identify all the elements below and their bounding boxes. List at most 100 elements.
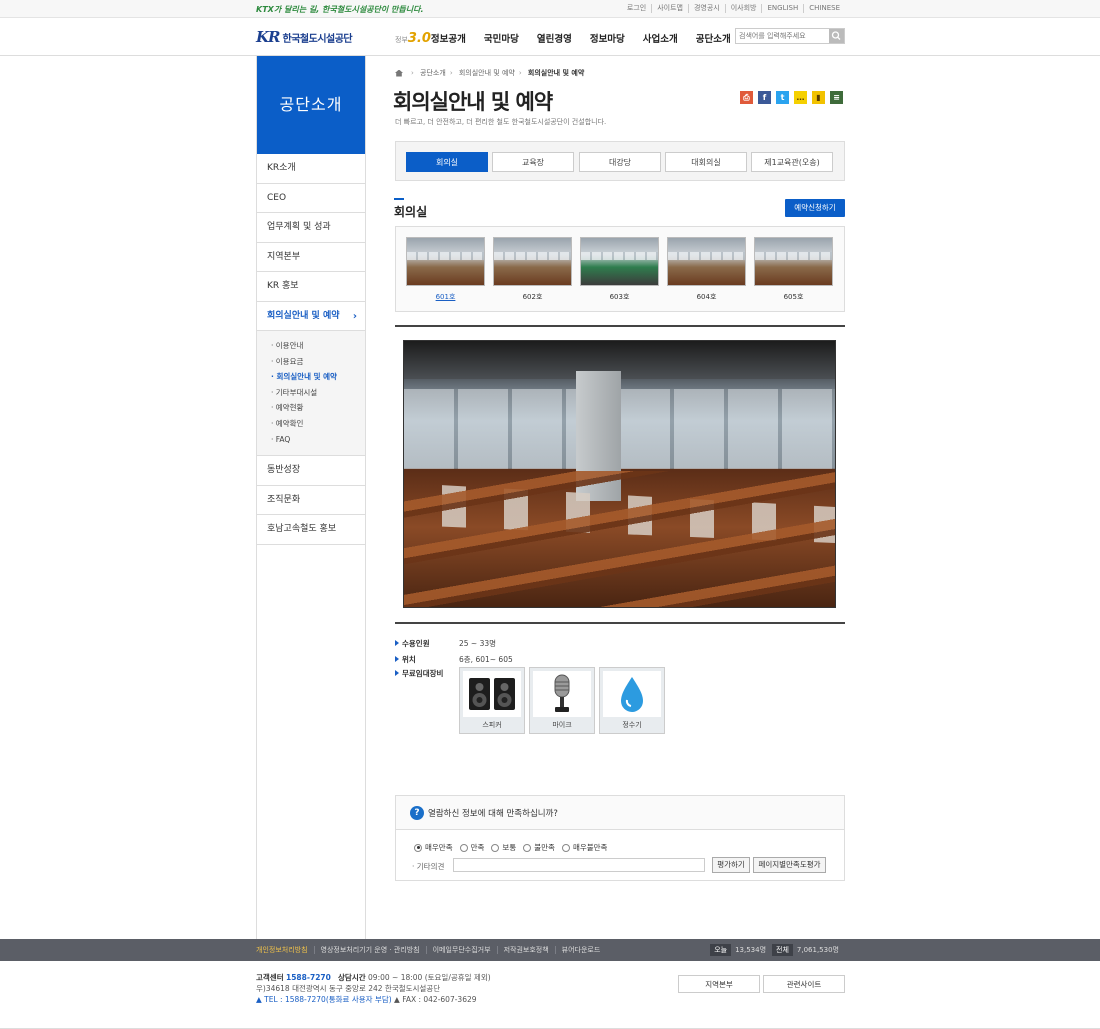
water-drop-icon [621,677,643,712]
regional-hq-select[interactable]: 지역본부 [678,975,760,993]
breadcrumb-item[interactable]: 회의실안내 및 예약 [459,69,515,77]
search-box [735,28,845,44]
lnb-sub-meeting-room[interactable]: · 회의실안내 및 예약 [271,369,365,385]
logo-text: 한국철도시설공단 [282,33,353,45]
lnb-item-honam-pr[interactable]: 호남고속철도 홍보 [257,515,365,545]
privacy-policy-link[interactable]: 개인정보처리방침 [256,946,314,954]
microphone-icon [554,674,570,712]
room-thumb-602[interactable]: 602호 [493,237,572,302]
lnb-sub-usage-guide[interactable]: · 이용안내 [271,338,365,354]
kakaotalk-icon[interactable]: … [794,91,807,104]
chinese-link[interactable]: CHINESE [803,4,845,13]
speaker-icon [469,678,515,710]
tab-large-meeting-room[interactable]: 대회의실 [665,152,747,172]
footer-tel: ▲ TEL : 1588-7270(통화료 사용자 부담) [256,995,392,1004]
info-label: 수용인원 [395,638,430,649]
room-thumb-605[interactable]: 605호 [754,237,833,302]
lnb-sub-fees[interactable]: · 이용요금 [271,354,365,370]
viewer-download-link[interactable]: 뷰어다운로드 [554,946,607,954]
search-input[interactable] [736,29,830,43]
main-nav: 정부3.0정보공개 국민마당 열린경영 정보마당 사업소개 공단소개 [395,31,749,46]
lnb-item-kr-intro[interactable]: KR소개 [257,154,365,184]
copyright-policy-link[interactable]: 저작권보호정책 [496,946,555,954]
facebook-icon[interactable]: f [758,91,771,104]
slogan: KTX가 달리는 길, 한국철도시설공단이 만듭니다. [256,5,424,14]
survey-question: 열람하신 정보에 대해 만족하십니까? [428,809,558,819]
lnb-item-meeting-room[interactable]: 회의실안내 및 예약 › [257,302,365,331]
radio-dot[interactable] [491,843,500,852]
equipment-microphone: 마이크 [529,667,595,734]
lnb-sub-reservation-check[interactable]: · 예약확인 [271,416,365,432]
related-sites-select[interactable]: 관련사이트 [763,975,845,993]
radio-neutral[interactable]: 보통 [491,842,516,853]
radio-dot[interactable] [523,843,532,852]
tab-meeting-room[interactable]: 회의실 [406,152,488,172]
radio-dissatisfied[interactable]: 불만족 [523,842,555,853]
radio-dot[interactable] [561,843,570,852]
page-rating-button[interactable]: 페이지별만족도평가 [753,857,826,873]
breadcrumb-item[interactable]: 공단소개 [420,69,446,77]
email-refusal-link[interactable]: 이메일무단수집거부 [425,946,497,954]
page-title: 회의실안내 및 예약 [393,90,553,114]
nav-open-management[interactable]: 열린경영 [537,31,572,46]
lnb-item-culture[interactable]: 조직문화 [257,486,365,516]
etc-opinion-label: · 기타의견 [412,862,445,871]
management-disclosure-link[interactable]: 경영공시 [687,4,725,13]
print-icon[interactable]: ⎙ [740,91,753,104]
tab-training-room[interactable]: 교육장 [492,152,574,172]
nav-public[interactable]: 국민마당 [484,31,519,46]
lnb-sub-other-facilities[interactable]: · 기타부대시설 [271,385,365,401]
room-thumb-image [580,237,659,286]
nav-business[interactable]: 사업소개 [643,31,678,46]
search-button[interactable] [829,29,844,43]
radio-satisfied[interactable]: 만족 [459,842,484,853]
logo[interactable]: KR 한국철도시설공단 [256,28,353,46]
lnb-item-ceo[interactable]: CEO [257,184,365,213]
question-icon: ? [410,806,424,820]
etc-opinion-input[interactable] [453,858,705,872]
lnb-sub-faq[interactable]: · FAQ [271,432,365,448]
equipment-water-purifier: 정수기 [599,667,665,734]
room-thumb-603[interactable]: 603호 [580,237,659,302]
room-thumb-604[interactable]: 604호 [667,237,746,302]
page-description: 더 빠르고, 더 안전하고, 더 편리한 철도 한국철도시설공단이 건설합니다. [395,118,607,126]
sitemap-link[interactable]: 사이트맵 [651,4,688,13]
lnb-item-regional-hq[interactable]: 지역본부 [257,243,365,272]
tab-osong-training-center[interactable]: 제1교육관(오송) [751,152,833,172]
twitter-icon[interactable]: t [776,91,789,104]
room-thumb-image [406,237,485,286]
nav-info-disclosure[interactable]: 정부3.0정보공개 [395,31,466,46]
divider [395,622,845,624]
info-label: 무료임대장비 [395,668,443,679]
radio-dot[interactable] [414,843,422,852]
lnb-item-kr-pr[interactable]: KR 홍보 [257,272,365,302]
lnb-sub-reservation-status[interactable]: · 예약현황 [271,400,365,416]
home-icon[interactable] [395,69,403,77]
utility-links: 로그인 사이트맵 경영공시 이사회방 ENGLISH CHINESE [622,4,845,13]
band-icon[interactable]: ≡ [830,91,843,104]
room-thumb-601[interactable]: 601호 [406,237,485,302]
radio-very-satisfied[interactable]: 매우만족 [414,842,453,853]
cctv-policy-link[interactable]: 영상정보처리기기 운영 · 관리방침 [313,946,426,954]
satisfaction-survey: ? 열람하신 정보에 대해 만족하십니까? 매우만족 만족 보통 불만족 매우불… [395,795,845,881]
radio-dot[interactable] [459,843,468,852]
radio-very-dissatisfied[interactable]: 매우불만족 [561,842,607,853]
login-link[interactable]: 로그인 [622,4,651,13]
lnb-item-shared-growth[interactable]: 동반성장 [257,456,365,486]
lnb-item-business-plan[interactable]: 업무계획 및 성과 [257,213,365,243]
section-title: 회의실 [394,198,428,219]
reserve-button[interactable]: 예약신청하기 [785,199,845,217]
share-icons: ⎙ f t … ▮ ≡ [740,91,848,104]
room-thumbnails: 601호 602호 603호 604호 605호 [395,226,845,312]
tab-auditorium[interactable]: 대강당 [579,152,661,172]
nav-about[interactable]: 공단소개 [696,31,731,46]
english-link[interactable]: ENGLISH [761,4,803,13]
breadcrumb-current: 회의실안내 및 예약 [527,69,585,77]
board-room-link[interactable]: 이사회방 [724,4,762,13]
divider [395,325,845,327]
submit-rating-button[interactable]: 평가하기 [712,857,750,873]
kakaostory-icon[interactable]: ▮ [812,91,825,104]
nav-information[interactable]: 정보마당 [590,31,625,46]
room-type-tabs: 회의실 교육장 대강당 대회의실 제1교육관(오송) [395,141,845,181]
footer-bar: 개인정보처리방침 영상정보처리기기 운영 · 관리방침 이메일무단수집거부 저작… [0,939,1100,961]
